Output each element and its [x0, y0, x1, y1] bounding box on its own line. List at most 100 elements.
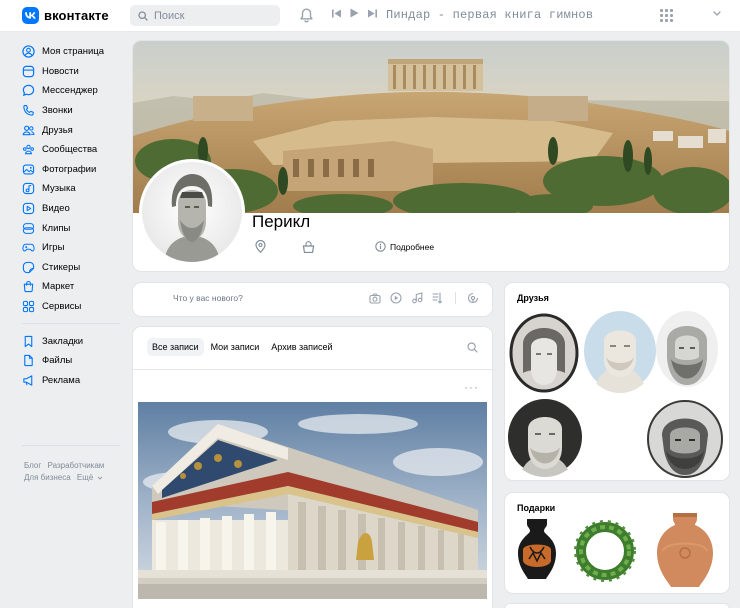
left-sidebar: Моя страница Новости Мессенджер Звонки Д… — [22, 42, 124, 453]
sidebar-item-files[interactable]: Файлы — [22, 351, 124, 371]
gift-amphora[interactable] — [515, 517, 559, 583]
sidebar-footer-links: Блог Разработчикам Для бизнеса Ещё — [24, 460, 108, 484]
sidebar-item-label: Стикеры — [42, 261, 81, 273]
wall-feed: Все записи Мои записи Архив записей ··· — [133, 327, 492, 608]
friend-avatar[interactable] — [582, 309, 658, 393]
sidebar-item-games[interactable]: Игры — [22, 238, 124, 258]
sidebar-item-label: Маркет — [42, 281, 75, 293]
sidebar-item-news[interactable]: Новости — [22, 62, 124, 82]
sidebar-item-clips[interactable]: Клипы — [22, 218, 124, 238]
news-icon — [22, 65, 35, 78]
more-info-button[interactable]: Подробнее — [375, 241, 434, 252]
vk-logo[interactable]: вконтакте — [22, 7, 109, 24]
tab-all-posts[interactable]: Все записи — [147, 338, 204, 356]
gift-clay-jar[interactable] — [651, 511, 719, 589]
gift-laurel-wreath[interactable] — [571, 517, 639, 585]
bookmark-icon — [24, 335, 33, 347]
article-icon[interactable] — [432, 292, 444, 304]
friend-avatar[interactable] — [646, 399, 724, 479]
sidebar-item-communities[interactable]: Сообщества — [22, 140, 124, 160]
sidebar-item-label: Мессенджер — [42, 85, 98, 97]
tab-my-posts[interactable]: Мои записи — [206, 338, 265, 356]
top-bar: вконтакте Поиск Пиндар - первая книга ги… — [0, 0, 740, 32]
sidebar-item-my-page[interactable]: Моя страница — [22, 42, 124, 62]
video-clip-icon[interactable] — [390, 292, 402, 304]
apps-grid-icon[interactable] — [660, 9, 673, 22]
next-block-peek — [505, 604, 729, 608]
sidebar-item-label: Игры — [42, 242, 65, 254]
vk-logo-icon — [25, 12, 36, 19]
sidebar-item-label: Закладки — [42, 335, 84, 347]
sidebar-item-label: Звонки — [42, 105, 73, 117]
sidebar-item-ads[interactable]: Реклама — [22, 371, 124, 391]
sidebar-item-messenger[interactable]: Мессенджер — [22, 81, 124, 101]
market-icon — [23, 281, 34, 293]
work-bag-icon[interactable] — [302, 240, 315, 253]
communities-icon — [22, 144, 35, 155]
music-note-icon[interactable] — [411, 292, 423, 304]
sidebar-divider — [22, 323, 120, 325]
gamepad-icon — [22, 243, 35, 252]
wall-tabs: Все записи Мои записи Архив записей — [147, 338, 338, 356]
sidebar-item-stickers[interactable]: Стикеры — [22, 258, 124, 278]
sidebar-item-label: Новости — [42, 65, 79, 77]
gifts-block: Подарки — [505, 493, 729, 593]
clips-icon — [22, 222, 35, 234]
footer-link-business[interactable]: Для бизнеса — [24, 473, 71, 482]
sticker-icon — [22, 261, 35, 273]
profile-avatar[interactable] — [139, 159, 245, 265]
friend-avatar[interactable] — [506, 397, 584, 477]
sidebar-item-label: Фотографии — [42, 163, 97, 175]
composer-placeholder[interactable]: Что у вас нового? — [173, 293, 243, 303]
sidebar-item-label: Файлы — [42, 355, 73, 367]
sidebar-item-label: Сообщества — [42, 144, 98, 156]
next-track-icon[interactable] — [368, 9, 377, 18]
message-icon — [22, 85, 35, 97]
friends-block: Друзья — [505, 283, 729, 480]
post-more-icon[interactable]: ··· — [464, 380, 479, 394]
gifts-title[interactable]: Подарки — [517, 503, 555, 513]
sidebar-footer-divider — [22, 445, 120, 447]
sidebar-item-photos[interactable]: Фотографии — [22, 160, 124, 180]
footer-link-more[interactable]: Ещё — [77, 473, 93, 482]
footer-link-developers[interactable]: Разработчикам — [48, 461, 105, 470]
post-image-parthenon[interactable] — [138, 402, 487, 599]
sidebar-item-market[interactable]: Маркет — [22, 277, 124, 297]
sidebar-item-video[interactable]: Видео — [22, 199, 124, 219]
play-icon[interactable] — [350, 8, 359, 18]
sidebar-item-label: Моя страница — [42, 46, 105, 58]
search-icon — [138, 10, 148, 21]
profile-meta-icons — [255, 240, 315, 253]
sidebar-item-music[interactable]: Музыка — [22, 179, 124, 199]
now-playing-track[interactable]: Пиндар - первая книга гимнов — [386, 8, 593, 22]
wall-search-icon[interactable] — [467, 342, 478, 353]
video-icon — [22, 202, 35, 215]
post-composer[interactable]: Что у вас нового? — [133, 283, 492, 316]
notifications-bell-icon[interactable] — [300, 8, 313, 23]
sidebar-item-services[interactable]: Сервисы — [22, 297, 124, 317]
composer-divider — [455, 292, 456, 304]
photo-icon — [22, 164, 35, 175]
logo-text: вконтакте — [44, 8, 109, 23]
audio-player-controls — [332, 8, 377, 18]
mood-icon[interactable] — [467, 292, 479, 304]
chevron-down-icon[interactable] — [713, 11, 721, 16]
phone-icon — [23, 105, 34, 116]
friend-avatar[interactable] — [509, 313, 579, 393]
tab-post-archive[interactable]: Архив записей — [266, 338, 337, 356]
info-icon — [375, 241, 386, 252]
search-input[interactable]: Поиск — [130, 5, 280, 26]
sidebar-item-friends[interactable]: Друзья — [22, 120, 124, 140]
friend-avatar[interactable] — [655, 309, 719, 389]
sidebar-item-calls[interactable]: Звонки — [22, 101, 124, 121]
composer-attachments — [369, 292, 479, 304]
location-pin-icon[interactable] — [255, 240, 266, 253]
friends-icon — [22, 125, 35, 135]
sidebar-item-label: Сервисы — [42, 301, 82, 313]
previous-track-icon[interactable] — [332, 9, 341, 18]
friends-title[interactable]: Друзья — [517, 293, 549, 303]
camera-icon[interactable] — [369, 292, 381, 304]
footer-link-blog[interactable]: Блог — [24, 461, 41, 470]
search-placeholder: Поиск — [154, 9, 185, 22]
sidebar-item-bookmarks[interactable]: Закладки — [22, 331, 124, 351]
